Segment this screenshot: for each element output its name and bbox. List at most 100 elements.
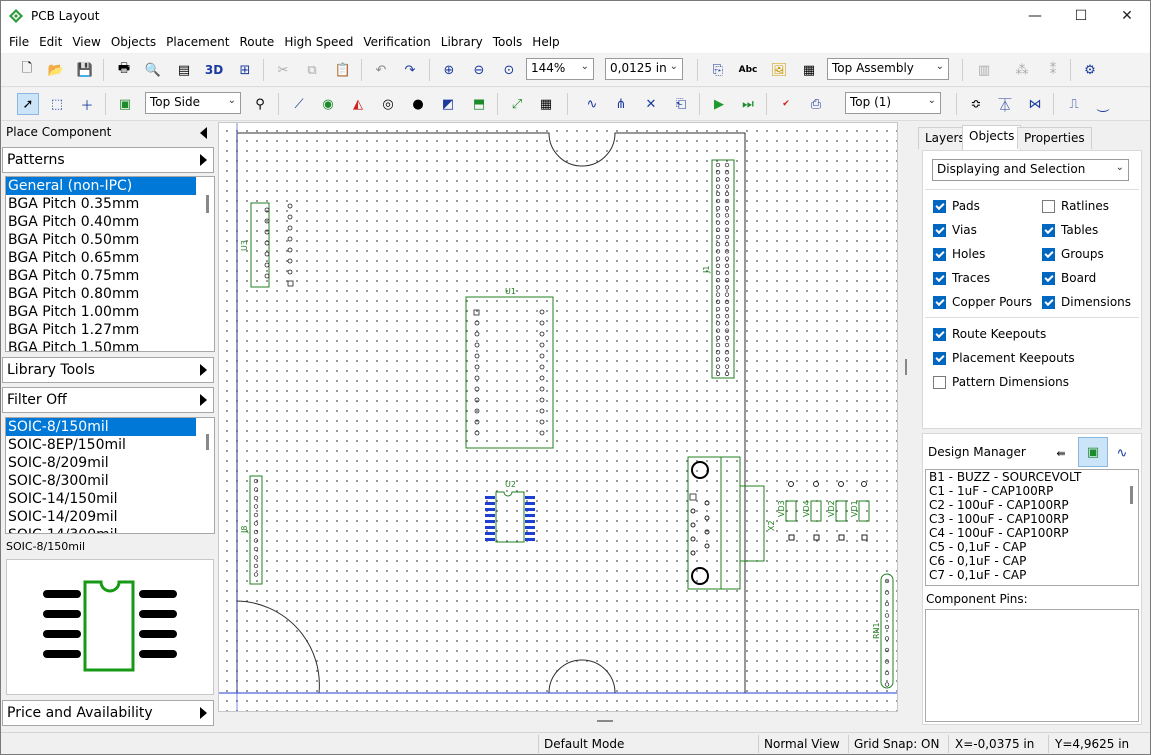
- scrollbar-thumb[interactable]: [1130, 486, 1133, 504]
- drc-report-icon[interactable]: ⎙: [805, 93, 827, 115]
- close-button[interactable]: ✕: [1104, 1, 1150, 31]
- tab-properties[interactable]: Properties: [1017, 127, 1092, 149]
- checkbox-route-keepouts[interactable]: Route Keepouts: [933, 327, 1046, 341]
- checkbox-box[interactable]: [933, 271, 946, 285]
- checkbox-pattern-dimensions[interactable]: Pattern Dimensions: [933, 375, 1069, 389]
- open-folder-icon[interactable]: 📂: [45, 59, 67, 81]
- scrollbar[interactable]: [1125, 470, 1137, 585]
- qr-code-icon[interactable]: ▦: [798, 59, 820, 81]
- list-item[interactable]: C6 - 0,1uF - CAP: [926, 554, 1138, 568]
- component-icon[interactable]: ▣: [114, 93, 136, 115]
- display-mode-select[interactable]: Displaying and Selection ⌄: [932, 159, 1129, 181]
- checkbox-groups[interactable]: Groups: [1042, 247, 1104, 261]
- checkbox-placement-keepouts[interactable]: Placement Keepouts: [933, 351, 1075, 365]
- patterns-header[interactable]: Patterns: [2, 147, 214, 173]
- checkbox-board[interactable]: Board: [1042, 271, 1096, 285]
- menu-help[interactable]: Help: [527, 35, 564, 49]
- checkbox-box[interactable]: [1042, 199, 1055, 213]
- checkbox-box[interactable]: [1042, 271, 1055, 285]
- component-vd4[interactable]: VD4: [802, 481, 822, 541]
- pad-icon[interactable]: ◉: [317, 93, 339, 115]
- component-x2[interactable]: X2: [687, 456, 776, 590]
- list-item[interactable]: BGA Pitch 0.40mm: [6, 213, 214, 231]
- pattern-list[interactable]: General (non-IPC) BGA Pitch 0.35mm BGA P…: [5, 176, 215, 352]
- scrollbar[interactable]: [201, 177, 213, 351]
- list-item[interactable]: C7 - 0,1uF - CAP: [926, 568, 1138, 582]
- list-item[interactable]: C5 - 0,1uF - CAP: [926, 540, 1138, 554]
- menu-objects[interactable]: Objects: [106, 35, 161, 49]
- settings-icon[interactable]: ⚙: [1079, 59, 1101, 81]
- pulse-icon[interactable]: ⎍: [1063, 93, 1085, 115]
- crossing-icon[interactable]: ⋈: [1024, 93, 1046, 115]
- checkbox-dimensions[interactable]: Dimensions: [1042, 295, 1131, 309]
- save-icon[interactable]: 💾: [74, 59, 96, 81]
- cut-icon[interactable]: ✂: [272, 59, 294, 81]
- component-u1[interactable]: U1: [465, 287, 554, 449]
- checkbox-holes[interactable]: Holes: [933, 247, 985, 261]
- list-item[interactable]: BGA Pitch 1.00mm: [6, 303, 214, 321]
- text-abc-button[interactable]: Abc: [737, 59, 759, 81]
- menu-tools[interactable]: Tools: [488, 35, 528, 49]
- menu-high-speed[interactable]: High Speed: [279, 35, 358, 49]
- minimize-button[interactable]: —: [1012, 1, 1058, 31]
- tab-objects[interactable]: Objects: [962, 125, 1022, 150]
- components-view-icon[interactable]: ▣: [1078, 437, 1108, 467]
- scrollbar-thumb[interactable]: [206, 434, 209, 450]
- component-rn1[interactable]: RN1: [872, 573, 894, 689]
- checkbox-copper-pours[interactable]: Copper Pours: [933, 295, 1032, 309]
- component-u2[interactable]: U2: [485, 480, 535, 543]
- fanout-icon[interactable]: ⋔: [610, 93, 632, 115]
- checkbox-box[interactable]: [933, 375, 946, 389]
- component-u3[interactable]: U3: [240, 202, 294, 288]
- side-select[interactable]: Top Side ⌄: [145, 92, 241, 114]
- select-pointer-icon[interactable]: ➚: [17, 93, 39, 115]
- diff-pair-icon[interactable]: ≎: [965, 93, 987, 115]
- image-icon[interactable]: 🖼: [768, 59, 790, 81]
- layer-select[interactable]: Top (1) ⌄: [845, 92, 941, 114]
- checkbox-box[interactable]: [933, 351, 946, 365]
- list-item[interactable]: SOIC-14/150mil: [6, 490, 214, 508]
- select-area-icon[interactable]: ⬚: [46, 93, 68, 115]
- design-manager-list[interactable]: B1 - BUZZ - SOURCEVOLT C1 - 1uF - CAP100R…: [925, 469, 1139, 586]
- list-item[interactable]: B1 - BUZZ - SOURCEVOLT: [926, 470, 1138, 484]
- checkbox-box[interactable]: [933, 247, 946, 261]
- properties-icon[interactable]: ⎘: [707, 59, 729, 81]
- crosshair-icon[interactable]: ＋: [76, 93, 98, 115]
- checkbox-box[interactable]: [1042, 295, 1055, 309]
- menu-verification[interactable]: Verification: [358, 35, 435, 49]
- unroute-icon[interactable]: ✕: [640, 93, 662, 115]
- list-item[interactable]: SOIC-8EP/150mil: [6, 436, 214, 454]
- menu-library[interactable]: Library: [436, 35, 488, 49]
- autoroute-icon[interactable]: ⎗: [670, 93, 692, 115]
- list-item[interactable]: SOIC-14/209mil: [6, 508, 214, 526]
- list-item[interactable]: C2 - 100uF - CAP100RP: [926, 498, 1138, 512]
- vertical-splitter-handle[interactable]: [905, 359, 907, 375]
- scrollbar[interactable]: [201, 418, 213, 533]
- checkbox-box[interactable]: [1042, 247, 1055, 261]
- find-binoculars-icon[interactable]: ⚲: [249, 93, 271, 115]
- checkbox-pads[interactable]: Pads: [933, 199, 980, 213]
- canvas-splitter-handle[interactable]: [597, 720, 613, 722]
- report-icon[interactable]: ▤: [173, 59, 195, 81]
- list-item[interactable]: C4 - 100uF - CAP100RP: [926, 526, 1138, 540]
- checkbox-traces[interactable]: Traces: [933, 271, 990, 285]
- list-item[interactable]: SOIC-8/300mil: [6, 472, 214, 490]
- zoom-out-icon[interactable]: ⊖: [468, 59, 490, 81]
- price-availability-header[interactable]: Price and Availability: [2, 700, 214, 726]
- signal-icon[interactable]: ⏝: [1092, 93, 1114, 115]
- trace-icon[interactable]: ⟋: [288, 93, 310, 115]
- list-item[interactable]: SOIC-8/150mil: [6, 418, 196, 436]
- list-item[interactable]: BGA Pitch 0.80mm: [6, 285, 214, 303]
- list-item[interactable]: C3 - 100uF - CAP100RP: [926, 512, 1138, 526]
- checkbox-vias[interactable]: Vias: [933, 223, 977, 237]
- keepout-icon[interactable]: ⬒: [468, 93, 490, 115]
- menu-route[interactable]: Route: [234, 35, 279, 49]
- assembly-select[interactable]: Top Assembly ⌄: [827, 58, 949, 80]
- list-item[interactable]: BGA Pitch 0.35mm: [6, 195, 214, 213]
- menu-edit[interactable]: Edit: [34, 35, 67, 49]
- undo-icon[interactable]: ↶: [370, 59, 392, 81]
- print-preview-icon[interactable]: 🔍: [142, 59, 164, 81]
- list-item[interactable]: BGA Pitch 0.50mm: [6, 231, 214, 249]
- menu-file[interactable]: File: [4, 35, 34, 49]
- via-icon[interactable]: ◎: [377, 93, 399, 115]
